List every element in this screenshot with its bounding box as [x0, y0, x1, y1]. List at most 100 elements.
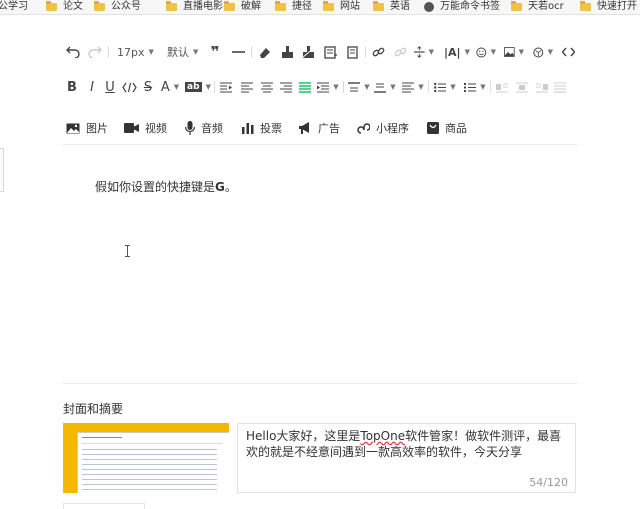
bookmark-item[interactable]: 破解: [224, 0, 261, 14]
insert-template-icon[interactable]: [323, 45, 337, 59]
align-center-icon[interactable]: [260, 80, 274, 94]
horizontal-rule-icon[interactable]: [231, 45, 245, 59]
chevron-down-icon: ▼: [464, 48, 470, 56]
unlink-icon[interactable]: [393, 45, 407, 59]
unordered-list-select[interactable]: ▼: [434, 80, 456, 94]
toolbar-separator: [214, 81, 215, 93]
summary-text: Hello大家好，这里是TopOne软件管家！做软件测评，最喜欢的就是不经意间遇…: [246, 428, 568, 460]
bookmark-item[interactable]: 天若ocr: [511, 0, 564, 14]
editor-text-after: 。: [224, 180, 237, 194]
indent-settings-select[interactable]: ▼: [317, 80, 339, 94]
editor-paragraph[interactable]: 假如你设置的快捷键是G。: [95, 178, 237, 195]
chevron-down-icon: ▼: [547, 48, 553, 56]
summary-textarea[interactable]: Hello大家好，这里是TopOne软件管家！做软件测评，最喜欢的就是不经意间遇…: [237, 423, 576, 493]
bookmark-item[interactable]: 捷径: [275, 0, 312, 14]
code-icon[interactable]: [121, 80, 137, 94]
bookmark-item[interactable]: 英语: [373, 0, 410, 14]
editor-text-before: 假如你设置的快捷键是: [95, 180, 216, 194]
globe-icon: [424, 2, 434, 12]
bookmark-item[interactable]: 快速打开: [580, 0, 637, 14]
folder-icon: [323, 1, 334, 11]
insert-ad-label: 广告: [318, 122, 340, 135]
font-family-value: 默认: [167, 46, 189, 59]
ordered-list-select[interactable]: ▼: [464, 80, 486, 94]
side-panel-tab[interactable]: [0, 148, 4, 192]
line-height-select[interactable]: ▼: [414, 45, 434, 59]
bookmark-item[interactable]: 论文: [46, 0, 83, 14]
bookmark-item[interactable]: 公众号: [94, 0, 141, 14]
folder-icon: [275, 1, 286, 11]
clear-format-icon[interactable]: [301, 45, 315, 59]
font-size-select[interactable]: 17px ▼: [117, 44, 154, 60]
insert-mini-program-label: 小程序: [376, 122, 409, 135]
chevron-down-icon: ▼: [480, 83, 486, 91]
chevron-down-icon: ▼: [450, 83, 456, 91]
source-code-icon[interactable]: [561, 45, 575, 59]
font-color-select[interactable]: A ▼: [160, 80, 180, 95]
cover-screenshot-thumbnail: [77, 432, 229, 493]
insert-audio-button[interactable]: 音频: [185, 119, 223, 137]
bookmark-label: 英语: [390, 1, 410, 12]
emoji-select[interactable]: ▼: [476, 45, 496, 59]
image-icon: [66, 123, 80, 134]
indent-icon[interactable]: [219, 80, 233, 94]
chevron-down-icon: ▼: [205, 83, 211, 91]
cover-section-title: 封面和摘要: [63, 402, 124, 416]
insert-video-button[interactable]: 视频: [124, 119, 167, 137]
align-right-icon[interactable]: [279, 80, 293, 94]
folder-icon: [46, 1, 57, 11]
undo-icon[interactable]: [65, 45, 81, 59]
font-family-select[interactable]: 默认 ▼: [167, 44, 198, 60]
float-center-icon[interactable]: [515, 80, 529, 94]
folder-icon: [94, 1, 105, 11]
folder-icon: [224, 1, 235, 11]
float-left-icon[interactable]: [495, 80, 509, 94]
chevron-down-icon: ▼: [418, 83, 424, 91]
format-painter-icon[interactable]: [280, 45, 294, 59]
line-spacing-select[interactable]: ▼: [402, 80, 424, 94]
italic-icon[interactable]: I: [85, 80, 99, 95]
summary-text-pre: Hello大家好，这里是: [246, 429, 361, 443]
insert-product-button[interactable]: 商品: [427, 119, 467, 137]
image-select[interactable]: ▼: [504, 45, 524, 59]
insert-image-button[interactable]: 图片: [66, 119, 108, 137]
insert-vote-button[interactable]: 投票: [242, 119, 282, 137]
toolbar-separator: [365, 46, 366, 58]
float-right-icon[interactable]: [535, 80, 549, 94]
insert-ad-button[interactable]: 广告: [299, 119, 340, 137]
link-icon[interactable]: [371, 45, 385, 59]
align-left-icon[interactable]: [240, 80, 254, 94]
bookmark-item[interactable]: 公学习: [0, 0, 28, 14]
bookmark-item[interactable]: 万能命令书签: [424, 0, 500, 14]
eraser-icon[interactable]: [257, 45, 271, 59]
next-section-box: [63, 503, 145, 509]
strikethrough-icon[interactable]: S: [141, 80, 155, 95]
chevron-down-icon: ▼: [390, 83, 396, 91]
cover-image[interactable]: [63, 423, 229, 493]
bookmark-label: 破解: [241, 1, 261, 12]
toolbar-divider: [63, 144, 577, 145]
bold-icon[interactable]: B: [65, 80, 79, 95]
chevron-down-icon: ▼: [428, 48, 434, 56]
align-justify-icon[interactable]: [298, 80, 312, 94]
paragraph-spacing-after-select[interactable]: ▼: [374, 80, 396, 94]
float-none-icon[interactable]: [553, 80, 567, 94]
redo-icon[interactable]: [87, 45, 103, 59]
background-color-select[interactable]: ab ▼: [185, 80, 211, 94]
paragraph-spacing-before-select[interactable]: ▼: [348, 80, 370, 94]
bookmark-item[interactable]: 直播电影: [166, 0, 223, 14]
letter-spacing-select[interactable]: |A| ▼: [444, 45, 470, 59]
chevron-down-icon: ▼: [148, 48, 154, 56]
insert-mini-program-button[interactable]: 小程序: [357, 119, 409, 137]
folder-icon: [511, 1, 522, 11]
document-icon[interactable]: [345, 45, 359, 59]
bookmark-label: 网站: [340, 1, 360, 12]
blockquote-icon[interactable]: ❞: [208, 43, 222, 61]
bookmark-label: 捷径: [292, 1, 312, 12]
bookmark-label: 论文: [63, 1, 83, 12]
bookmark-item[interactable]: 网站: [323, 0, 360, 14]
more-styles-select[interactable]: ▼: [533, 45, 553, 59]
toolbar-separator: [490, 81, 491, 93]
underline-icon[interactable]: U: [103, 80, 117, 95]
bookmark-label: 直播电影: [183, 1, 223, 12]
